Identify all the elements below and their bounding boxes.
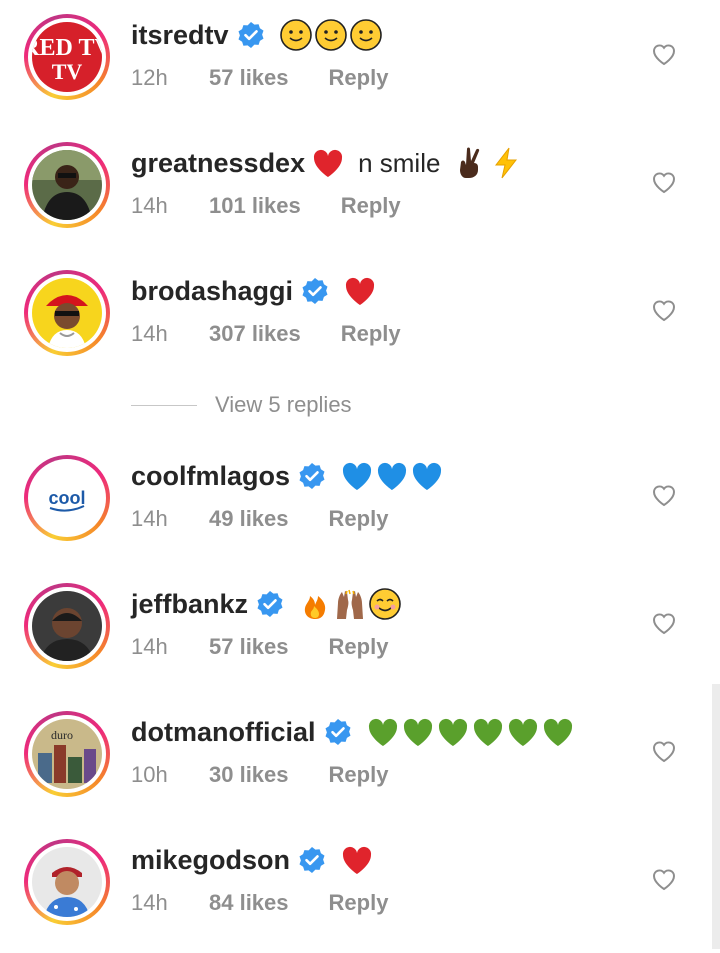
- avatar[interactable]: [24, 583, 110, 669]
- username[interactable]: greatnessdex: [131, 146, 305, 180]
- avatar[interactable]: [24, 839, 110, 925]
- green-heart-icon: [403, 718, 432, 746]
- crossed-fingers-icon: [460, 147, 480, 178]
- comment-time: 10h: [131, 762, 168, 787]
- reply-button[interactable]: Reply: [329, 761, 389, 789]
- reply-button[interactable]: Reply: [341, 320, 401, 348]
- username[interactable]: brodashaggi: [131, 274, 293, 308]
- likes-count[interactable]: 307 likes: [209, 320, 301, 348]
- green-heart-icon: [368, 718, 397, 746]
- view-replies-label: View 5 replies: [215, 392, 352, 417]
- comment-coolfmlagos: cool coolfmlagos 14h 49 likes Reply: [0, 441, 720, 569]
- comment-time: 14h: [131, 890, 168, 915]
- comment-itsredtv: RED TV TV itsredtv 12h 57 likes Reply: [0, 0, 720, 128]
- verified-badge-icon: [324, 718, 352, 746]
- like-heart-icon[interactable]: [651, 483, 677, 507]
- like-heart-icon[interactable]: [651, 867, 677, 891]
- scrollbar[interactable]: [712, 684, 720, 949]
- slightly-smiling-face-icon: [349, 19, 382, 51]
- comment-brodashaggi: brodashaggi 14h 307 likes Reply: [0, 256, 720, 384]
- comment-time: 14h: [131, 321, 168, 346]
- reply-button[interactable]: Reply: [329, 633, 389, 661]
- comment-mikegodson: mikegodson 14h 84 likes Reply: [0, 825, 720, 953]
- username[interactable]: coolfmlagos: [131, 459, 290, 493]
- likes-count[interactable]: 101 likes: [209, 192, 301, 220]
- svg-text:TV: TV: [52, 59, 83, 84]
- reply-button[interactable]: Reply: [341, 192, 401, 220]
- blue-heart-icon: [412, 462, 442, 490]
- verified-badge-icon: [298, 846, 326, 874]
- comment-time: 14h: [131, 506, 168, 531]
- username[interactable]: jeffbankz: [131, 587, 248, 621]
- likes-count[interactable]: 84 likes: [209, 889, 289, 917]
- avatar[interactable]: duro: [24, 711, 110, 797]
- reply-button[interactable]: Reply: [329, 64, 389, 92]
- verified-badge-icon: [237, 21, 265, 49]
- smiling-face-with-smiling-eyes-icon: [369, 588, 401, 620]
- comment-time: 12h: [131, 65, 168, 90]
- green-heart-icon: [543, 718, 572, 746]
- comment-time: 14h: [131, 193, 168, 218]
- like-heart-icon[interactable]: [651, 298, 677, 322]
- green-heart-icon: [438, 718, 467, 746]
- username[interactable]: mikegodson: [131, 843, 290, 877]
- comment-jeffbankz: jeffbankz 14h 57 likes Reply: [0, 569, 720, 697]
- like-heart-icon[interactable]: [651, 170, 677, 194]
- avatar[interactable]: [24, 142, 110, 228]
- comment-dotmanofficial: duro dotmanofficial 10h 30 likes Reply: [0, 697, 720, 825]
- likes-count[interactable]: 57 likes: [209, 64, 289, 92]
- reply-button[interactable]: Reply: [329, 889, 389, 917]
- likes-count[interactable]: 30 likes: [209, 761, 289, 789]
- verified-badge-icon: [301, 277, 329, 305]
- like-heart-icon[interactable]: [651, 42, 677, 66]
- svg-text:duro: duro: [51, 728, 73, 742]
- svg-text:RED TV: RED TV: [32, 35, 102, 61]
- comment-text: n smile: [358, 148, 441, 178]
- like-heart-icon[interactable]: [651, 611, 677, 635]
- raising-hands-icon: [337, 589, 364, 619]
- verified-badge-icon: [298, 462, 326, 490]
- username[interactable]: itsredtv: [131, 18, 229, 52]
- slightly-smiling-face-icon: [279, 19, 312, 51]
- fire-icon: [304, 596, 326, 619]
- likes-count[interactable]: 49 likes: [209, 505, 289, 533]
- comment-time: 14h: [131, 634, 168, 659]
- reply-button[interactable]: Reply: [329, 505, 389, 533]
- avatar[interactable]: [24, 270, 110, 356]
- red-heart-icon: [342, 846, 372, 874]
- avatar[interactable]: cool: [24, 455, 110, 541]
- green-heart-icon: [473, 718, 502, 746]
- view-replies-button[interactable]: View 5 replies: [131, 392, 352, 418]
- blue-heart-icon: [377, 462, 407, 490]
- avatar[interactable]: RED TV TV: [24, 14, 110, 100]
- high-voltage-icon: [495, 147, 518, 179]
- red-heart-icon: [345, 277, 375, 305]
- slightly-smiling-face-icon: [314, 19, 347, 51]
- verified-badge-icon: [256, 590, 284, 618]
- comment-greatnessdex: greatnessdex n smile 14h 101 likes Reply: [0, 128, 720, 256]
- blue-heart-icon: [342, 462, 372, 490]
- red-heart-icon: [314, 149, 343, 177]
- green-heart-icon: [508, 718, 537, 746]
- like-heart-icon[interactable]: [651, 739, 677, 763]
- svg-text:cool: cool: [48, 488, 85, 508]
- replies-divider: [131, 404, 197, 406]
- likes-count[interactable]: 57 likes: [209, 633, 289, 661]
- username[interactable]: dotmanofficial: [131, 715, 316, 749]
